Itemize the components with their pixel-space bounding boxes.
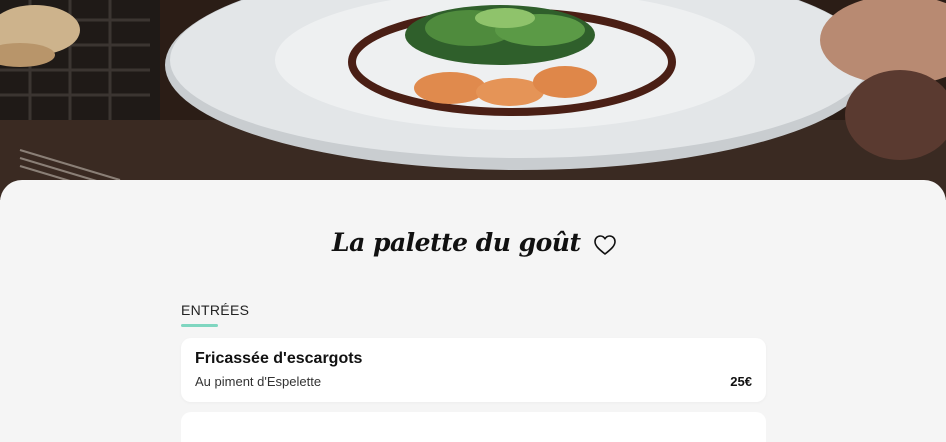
heart-icon[interactable] [592, 233, 618, 257]
section-title-entrees: ENTRÉES [181, 302, 250, 318]
section-underline [181, 324, 218, 327]
menu-item-description: Au piment d'Espelette [195, 374, 322, 389]
menu-item-card-next[interactable] [181, 412, 766, 442]
menu-item-card[interactable]: Fricassée d'escargots Au piment d'Espele… [181, 338, 766, 402]
restaurant-title: La palette du goût [332, 228, 581, 257]
plated-dish-photo [0, 0, 946, 200]
menu-item-price: 25€ [730, 374, 752, 389]
restaurant-header: La palette du goût [0, 228, 946, 264]
menu-item-name: Fricassée d'escargots [195, 350, 363, 367]
hero-image [0, 0, 946, 200]
